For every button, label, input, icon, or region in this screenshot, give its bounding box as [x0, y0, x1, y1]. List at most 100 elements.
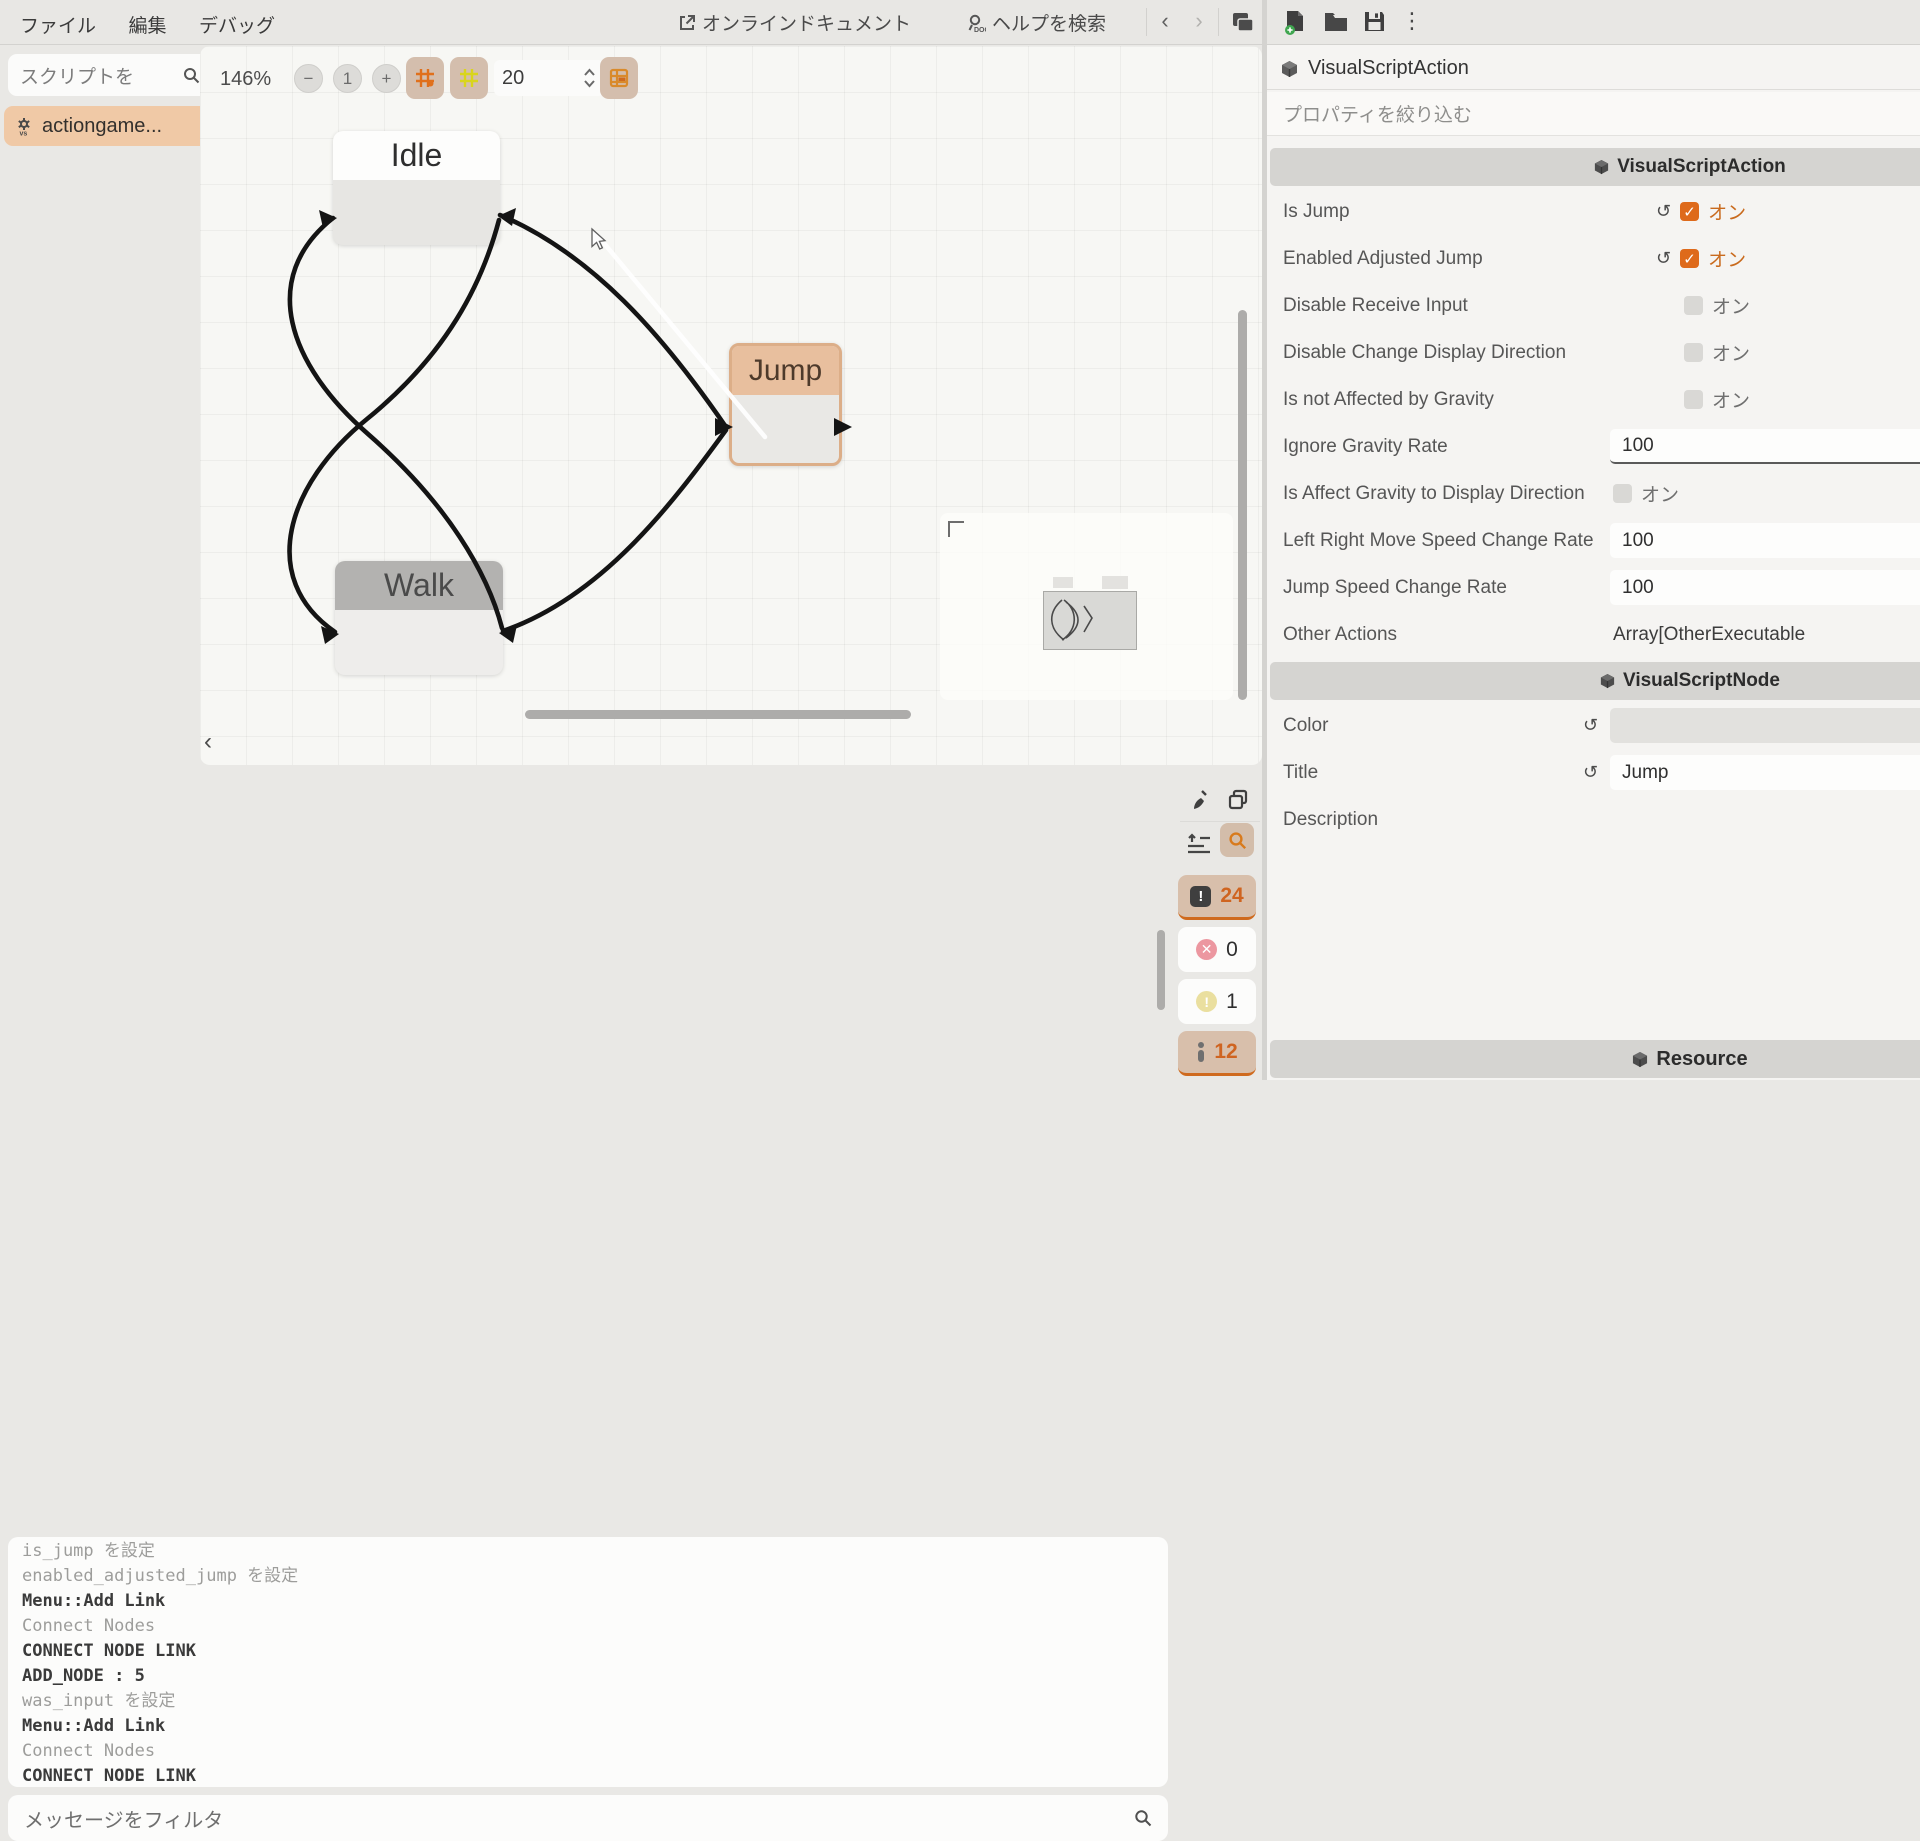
property-row-color[interactable]: Color ↺	[1267, 702, 1920, 749]
collapse-icon	[1188, 833, 1210, 854]
node-title: Jump	[732, 346, 839, 395]
checkbox-checked[interactable]: ✓	[1680, 202, 1700, 221]
property-row-title[interactable]: Title ↺ Jump	[1267, 749, 1920, 796]
log-line: Connect Nodes	[22, 1616, 156, 1636]
property-row-disable-change-display-direction[interactable]: Disable Change Display Direction オン	[1267, 329, 1920, 376]
menu-edit[interactable]: 編集	[114, 1, 180, 48]
revert-icon[interactable]: ↺	[1656, 201, 1671, 222]
category-resource[interactable]: Resource	[1270, 1040, 1920, 1078]
checkbox-unchecked[interactable]	[1613, 484, 1632, 503]
inspector-filter-input[interactable]: プロパティを絞り込む	[1267, 92, 1920, 136]
graph-canvas[interactable]: 146% − 1 + 20 Idle Jump Walk ‹	[200, 46, 1262, 765]
script-search-input[interactable]: スクリプトを	[8, 54, 212, 96]
category-visualscriptaction[interactable]: VisualScriptAction	[1270, 148, 1920, 186]
checkbox-unchecked[interactable]	[1684, 390, 1703, 409]
svg-text:DOC: DOC	[974, 27, 986, 33]
graph-minimap[interactable]	[940, 513, 1233, 700]
external-link-icon	[678, 14, 696, 32]
property-row-jump-speed-change-rate[interactable]: Jump Speed Change Rate 100	[1267, 564, 1920, 611]
graph-node-idle[interactable]: Idle	[333, 131, 500, 245]
property-row-disable-receive-input[interactable]: Disable Receive Input オン	[1267, 282, 1920, 329]
load-resource-button[interactable]	[1323, 11, 1349, 33]
search-icon	[1228, 831, 1246, 849]
log-line: CONNECT NODE LINK	[22, 1641, 196, 1661]
property-row-other-actions[interactable]: Other Actions Array[OtherExecutable	[1267, 611, 1920, 658]
checkbox-unchecked[interactable]	[1684, 343, 1703, 362]
kebab-menu-button[interactable]: ⋮	[1401, 8, 1423, 34]
folder-icon	[1325, 13, 1347, 31]
message-count-badge[interactable]: ! 24	[1178, 875, 1256, 920]
v-scrollbar-thumb[interactable]	[1238, 310, 1247, 700]
text-field[interactable]: Jump	[1610, 755, 1920, 790]
checkbox-checked[interactable]: ✓	[1680, 249, 1700, 268]
show-grid-toggle[interactable]	[450, 57, 488, 99]
minimap-graph-thumb	[1043, 591, 1137, 650]
property-row-is-jump[interactable]: Is Jump ↺ ✓ オン	[1267, 188, 1920, 235]
checkbox-unchecked[interactable]	[1684, 296, 1703, 315]
number-field[interactable]: 100	[1610, 523, 1920, 558]
zoom-percent-label: 146%	[220, 68, 272, 90]
clear-log-button[interactable]	[1184, 783, 1218, 817]
spinner-icon[interactable]	[583, 67, 596, 89]
svg-text:vs: vs	[20, 131, 28, 137]
graph-node-jump[interactable]: Jump	[729, 343, 842, 466]
copy-log-button[interactable]	[1221, 783, 1255, 817]
inspector-toolbar: ⋮	[1267, 0, 1920, 45]
broom-icon	[1194, 790, 1207, 809]
revert-icon[interactable]: ↺	[1583, 715, 1598, 736]
new-resource-button[interactable]	[1283, 9, 1307, 35]
revert-icon[interactable]: ↺	[1656, 248, 1671, 269]
menu-file[interactable]: ファイル	[6, 1, 110, 48]
log-filter-input[interactable]: メッセージをフィルタ	[8, 1795, 1168, 1841]
h-scrollbar-thumb[interactable]	[525, 710, 911, 719]
category-visualscriptnode[interactable]: VisualScriptNode	[1270, 662, 1920, 700]
float-panel-icon[interactable]	[1230, 10, 1256, 34]
number-field[interactable]: 100	[1610, 429, 1920, 464]
property-row-enabled-adjusted-jump[interactable]: Enabled Adjusted Jump ↺ ✓ オン	[1267, 235, 1920, 282]
scripts-panel: スクリプトを vs actiongame...	[0, 44, 212, 766]
sidebar-collapse-button[interactable]: ‹	[204, 728, 212, 756]
log-scrollbar-thumb[interactable]	[1157, 930, 1165, 1010]
search-messages-button[interactable]	[1220, 823, 1254, 857]
inspector-object-header: VisualScriptAction	[1267, 48, 1920, 90]
log-line: CONNECT NODE LINK	[22, 1766, 196, 1786]
minimap-toggle[interactable]	[600, 57, 638, 99]
log-line: Connect Nodes	[22, 1741, 156, 1761]
online-docs-button[interactable]: オンラインドキュメント	[678, 9, 911, 36]
error-count-badge[interactable]: ✕ 0	[1178, 927, 1256, 972]
log-line: is_jump を設定	[22, 1541, 155, 1561]
info-count-badge[interactable]: 12	[1178, 1031, 1256, 1076]
history-forward-button[interactable]: ›	[1186, 8, 1212, 34]
search-icon	[183, 67, 200, 84]
node-title: Idle	[333, 131, 500, 180]
inspector-panel: ⋮ VisualScriptAction プロパティを絞り込む VisualSc…	[1267, 0, 1920, 1080]
menu-debug[interactable]: デバッグ	[185, 1, 289, 48]
log-line: enabled_adjusted_jump を設定	[22, 1566, 299, 1586]
collapse-messages-button[interactable]	[1182, 827, 1216, 861]
history-back-button[interactable]: ‹	[1152, 8, 1178, 34]
revert-icon[interactable]: ↺	[1583, 762, 1598, 783]
cube-icon	[1600, 673, 1615, 689]
info-icon	[1196, 1041, 1205, 1063]
minimap-node	[1053, 577, 1073, 588]
property-row-left-right-move-speed-change-rate[interactable]: Left Right Move Speed Change Rate 100	[1267, 517, 1920, 564]
property-row-description[interactable]: Description	[1267, 796, 1920, 843]
zoom-in-button[interactable]: +	[372, 64, 401, 93]
zoom-reset-button[interactable]: 1	[333, 64, 362, 93]
save-resource-button[interactable]	[1363, 10, 1386, 33]
search-help-button[interactable]: DOC ヘルプを検索	[966, 9, 1106, 36]
snap-distance-field[interactable]: 20	[494, 60, 604, 96]
graph-node-walk[interactable]: Walk	[335, 561, 503, 675]
property-row-ignore-gravity-rate[interactable]: Ignore Gravity Rate 100	[1267, 423, 1920, 470]
save-icon	[1365, 12, 1384, 31]
property-row-is-affect-gravity-to-display-direction[interactable]: Is Affect Gravity to Display Direction オ…	[1267, 470, 1920, 517]
warning-count-badge[interactable]: ! 1	[1178, 979, 1256, 1024]
script-list-item[interactable]: vs actiongame...	[4, 106, 212, 146]
color-swatch[interactable]	[1610, 708, 1920, 743]
zoom-out-button[interactable]: −	[294, 64, 323, 93]
number-field[interactable]: 100	[1610, 570, 1920, 605]
minimap-viewport-corner	[948, 521, 964, 537]
property-row-is-not-affected-by-gravity[interactable]: Is not Affected by Gravity オン	[1267, 376, 1920, 423]
snap-grid-toggle[interactable]	[406, 57, 444, 99]
log-output[interactable]: is_jump を設定 enabled_adjusted_jump を設定 Me…	[8, 1537, 1168, 1787]
